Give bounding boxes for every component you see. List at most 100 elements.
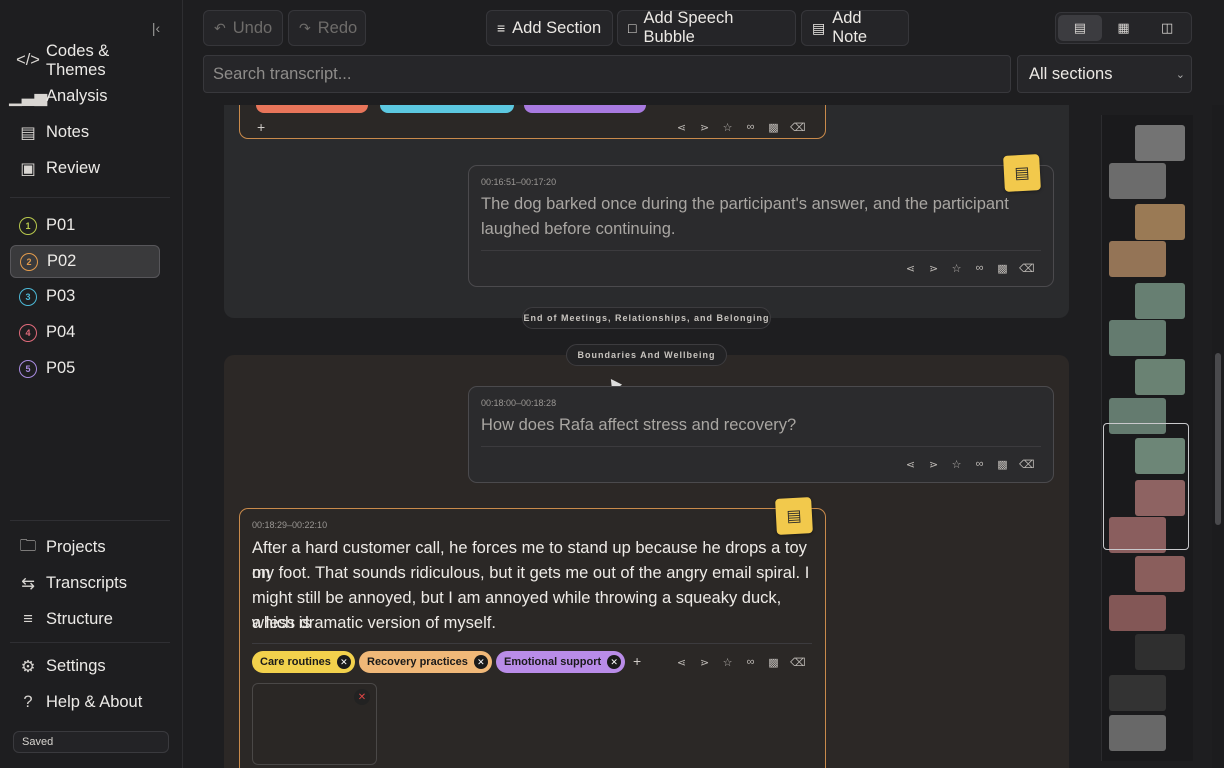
transcript-area: + ⋖ ⋗ ☆ ∞ ▩ ⌫ 00:16:51–00:17:20 The dog … [183, 105, 1088, 768]
split-icon[interactable]: ⋖ [904, 262, 917, 275]
nav-structure[interactable]: ≡ Structure [10, 603, 170, 636]
image-icon[interactable]: ▩ [996, 458, 1009, 471]
nav-codes-themes[interactable]: </> Codes & Themes [10, 41, 170, 79]
participant-p04[interactable]: 4 P04 [10, 316, 160, 349]
sidebar: |‹ </> Codes & Themes ▁▃▅ Analysis ▤ Not… [0, 0, 183, 768]
delete-icon[interactable]: ⌫ [1019, 458, 1035, 471]
remove-image-icon[interactable]: ✕ [354, 689, 370, 705]
nav-review[interactable]: ▣ Review [10, 152, 170, 185]
participant-p03[interactable]: 3 P03 [10, 280, 160, 313]
tag-label: Recovery practices [367, 656, 468, 668]
tag-chip [256, 105, 368, 113]
tag-recovery-practices[interactable]: Recovery practices ✕ [359, 651, 492, 673]
link-icon[interactable]: ∞ [973, 458, 986, 471]
card-timestamp: 00:16:51–00:17:20 [481, 177, 557, 187]
image-icon[interactable]: ▩ [767, 121, 780, 134]
section-filter-select[interactable]: All sections ⌄ [1017, 55, 1192, 93]
save-status: Saved [13, 731, 169, 753]
merge-icon[interactable]: ⋗ [698, 121, 711, 134]
nav-transcripts[interactable]: ⇆ Transcripts [10, 567, 170, 600]
link-icon[interactable]: ∞ [973, 262, 986, 275]
delete-icon[interactable]: ⌫ [790, 121, 806, 134]
add-note-button[interactable]: ▤ Add Note [801, 9, 909, 46]
sticky-note-icon[interactable]: ▤ [1003, 154, 1041, 192]
main-scrollbar[interactable] [1212, 105, 1224, 768]
nav-label: Transcripts [46, 574, 127, 592]
transcript-card[interactable]: 00:18:00–00:18:28 How does Rafa affect s… [468, 386, 1054, 483]
nav-projects[interactable]: 🗀 Projects [10, 531, 170, 564]
tag-chip [380, 105, 514, 113]
participant-p05[interactable]: 5 P05 [10, 352, 160, 385]
nav-analysis[interactable]: ▁▃▅ Analysis [9, 80, 170, 113]
minimap-block [1109, 320, 1166, 356]
remove-tag-icon[interactable]: ✕ [607, 655, 622, 669]
redo-button[interactable]: ↷ Redo [288, 10, 366, 46]
nav-settings[interactable]: ⚙ Settings [10, 650, 170, 683]
tag-care-routines[interactable]: Care routines ✕ [252, 651, 355, 673]
transcript-card[interactable]: 00:18:29–00:22:10 After a hard customer … [239, 508, 826, 768]
add-tag-icon[interactable]: + [257, 119, 265, 135]
minimap-block [1135, 283, 1185, 319]
card-text-line: The dog barked once during the participa… [481, 195, 1009, 213]
undo-button[interactable]: ↶ Undo [203, 10, 283, 46]
table-view-icon[interactable]: ▦ [1102, 15, 1146, 41]
split-view-icon[interactable]: ◫ [1145, 15, 1189, 41]
scroll-thumb[interactable] [1215, 353, 1221, 525]
transcripts-icon: ⇆ [21, 574, 35, 593]
star-icon[interactable]: ☆ [721, 121, 734, 134]
image-icon[interactable]: ▩ [767, 656, 780, 669]
sidebar-divider [10, 520, 170, 521]
speech-bubble-icon: □ [628, 20, 637, 36]
nav-notes[interactable]: ▤ Notes [10, 116, 170, 149]
undo-icon: ↶ [214, 19, 226, 36]
tag-chip [524, 105, 646, 113]
minimap-viewport[interactable] [1103, 423, 1189, 550]
image-icon[interactable]: ▩ [996, 262, 1009, 275]
participant-badge: 4 [19, 323, 37, 342]
image-attachment[interactable]: ✕ [252, 683, 377, 765]
nav-help-about[interactable]: ? Help & About [10, 686, 170, 719]
participant-label: P02 [47, 252, 77, 270]
link-icon[interactable]: ∞ [744, 656, 757, 669]
search-input[interactable]: Search transcript... [203, 55, 1011, 93]
add-section-button[interactable]: ≡ Add Section [486, 10, 613, 46]
minimap-block [1109, 595, 1166, 631]
participant-badge: 1 [19, 216, 37, 235]
transcript-view-icon[interactable]: ▤ [1058, 15, 1102, 41]
link-icon[interactable]: ∞ [744, 121, 757, 134]
star-icon[interactable]: ☆ [950, 458, 963, 471]
collapse-sidebar-icon[interactable]: |‹ [147, 19, 165, 37]
sticky-note-icon[interactable]: ▤ [775, 497, 813, 535]
redo-icon: ↷ [299, 19, 311, 36]
transcript-card[interactable]: + ⋖ ⋗ ☆ ∞ ▩ ⌫ [239, 105, 826, 139]
card-divider [252, 643, 812, 644]
view-mode-group: ▤ ▦ ◫ [1055, 12, 1192, 44]
star-icon[interactable]: ☆ [721, 656, 734, 669]
merge-icon[interactable]: ⋗ [927, 458, 940, 471]
tag-label: Emotional support [504, 656, 602, 668]
add-tag-icon[interactable]: + [633, 653, 641, 669]
section-filter-value: All sections [1029, 64, 1113, 83]
split-icon[interactable]: ⋖ [675, 656, 688, 669]
star-icon[interactable]: ☆ [950, 262, 963, 275]
remove-tag-icon[interactable]: ✕ [336, 655, 351, 669]
delete-icon[interactable]: ⌫ [790, 656, 806, 669]
minimap-block [1135, 204, 1185, 240]
tag-emotional-support[interactable]: Emotional support ✕ [496, 651, 626, 673]
merge-icon[interactable]: ⋗ [927, 262, 940, 275]
remove-tag-icon[interactable]: ✕ [473, 655, 488, 669]
split-icon[interactable]: ⋖ [904, 458, 917, 471]
nav-label: Codes & Themes [46, 41, 110, 79]
transcript-card[interactable]: 00:16:51–00:17:20 The dog barked once du… [468, 165, 1054, 287]
add-speech-bubble-button[interactable]: □ Add Speech Bubble [617, 9, 796, 46]
split-icon[interactable]: ⋖ [675, 121, 688, 134]
participant-p02[interactable]: 2 P02 [10, 245, 160, 278]
merge-icon[interactable]: ⋗ [698, 656, 711, 669]
section-end-label: End of Meetings, Relationships, and Belo… [522, 307, 771, 329]
delete-icon[interactable]: ⌫ [1019, 262, 1035, 275]
participant-badge: 3 [19, 287, 37, 306]
participant-p01[interactable]: 1 P01 [10, 209, 160, 242]
minimap-block [1109, 163, 1166, 199]
undo-label: Undo [232, 18, 273, 37]
participant-badge: 2 [20, 252, 38, 271]
